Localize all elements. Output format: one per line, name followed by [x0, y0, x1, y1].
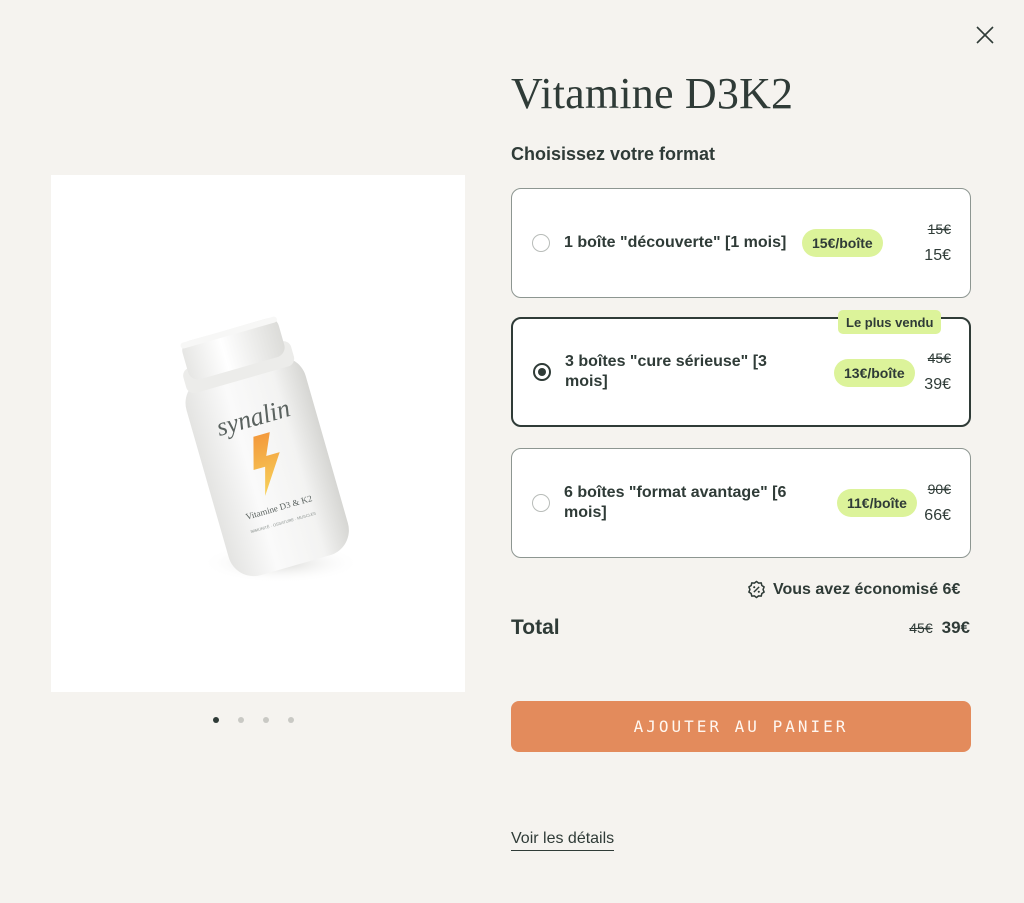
option-price: 15€ [924, 247, 951, 264]
discount-badge-icon [748, 580, 765, 599]
see-details-link[interactable]: Voir les détails [511, 830, 615, 851]
format-option-label: 6 boîtes "format avantage" [6 mois] [564, 484, 787, 521]
savings-message: Vous avez économisé 6€ [747, 580, 960, 599]
savings-text: Vous avez économisé 6€ [773, 580, 961, 598]
add-to-cart-button[interactable]: AJOUTER AU PANIER [511, 701, 971, 752]
gallery-dot-3[interactable] [263, 717, 269, 723]
format-radio-1[interactable] [532, 234, 550, 252]
format-option-label: 3 boîtes "cure sérieuse" [3 mois] [565, 353, 767, 390]
format-option-1[interactable]: 1 boîte "découverte" [1 mois] 15€/boîte … [511, 188, 971, 298]
per-box-price-pill: 11€/boîte [837, 489, 917, 517]
product-image[interactable]: synalin Vitamine D3 & K2 IMMUNITÉ · OSSA… [51, 175, 465, 692]
gallery-dot-1[interactable] [213, 717, 219, 723]
format-radio-2[interactable] [533, 363, 551, 381]
per-box-price-pill: 13€/boîte [834, 359, 915, 387]
best-seller-badge: Le plus vendu [838, 310, 942, 334]
product-title: Vitamine D3K2 [511, 69, 794, 118]
close-button[interactable] [970, 20, 1000, 50]
format-radio-3[interactable] [532, 494, 550, 512]
per-box-price-pill: 15€/boîte [802, 229, 883, 257]
option-old-price: 90€ [927, 481, 951, 497]
option-price: 39€ [924, 376, 951, 393]
product-bottle-image: synalin Vitamine D3 & K2 IMMUNITÉ · OSSA… [180, 316, 361, 583]
option-price: 66€ [924, 507, 951, 524]
format-option-label: 1 boîte "découverte" [1 mois] [564, 234, 787, 251]
gallery-dot-2[interactable] [238, 717, 244, 723]
format-heading: Choisissez votre format [511, 144, 716, 164]
close-icon [976, 26, 994, 44]
total-price: 39€ [941, 618, 970, 637]
total-prices: 45€ 39€ [909, 618, 970, 638]
gallery-pagination [213, 717, 294, 723]
option-old-price: 45€ [927, 350, 951, 366]
gallery-dot-4[interactable] [288, 717, 294, 723]
format-option-3[interactable]: 6 boîtes "format avantage" [6 mois] 11€/… [511, 448, 971, 558]
total-old-price: 45€ [909, 620, 933, 636]
option-old-price: 15€ [927, 221, 951, 237]
total-label: Total [511, 616, 560, 639]
